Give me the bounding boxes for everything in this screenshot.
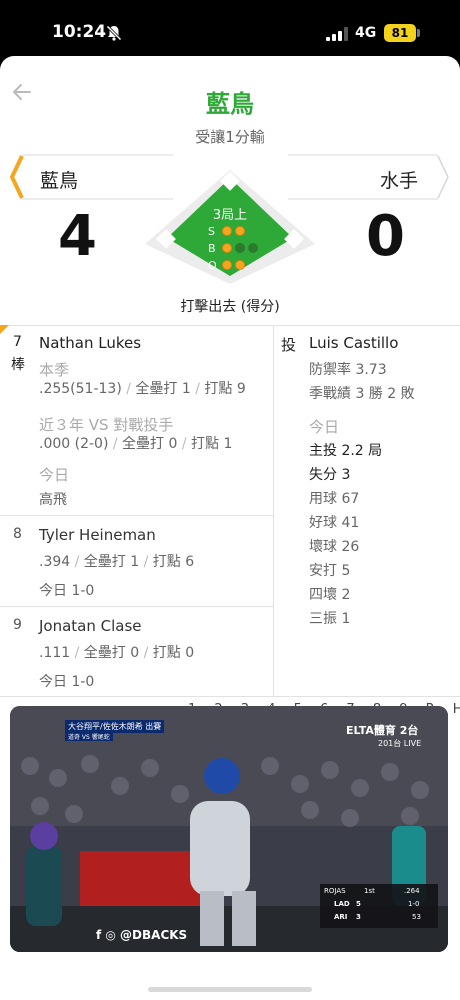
batting-order: 9 xyxy=(13,617,22,633)
season-label: 本季 xyxy=(39,361,70,379)
pitcher-runs: 失分 3 xyxy=(309,467,351,483)
current-batter-marker xyxy=(0,325,9,334)
pitcher-balls: 壞球 26 xyxy=(309,539,360,555)
today-result: 高飛 xyxy=(39,492,67,508)
batter-stats: .111 / 全壘打 0 / 打點 0 xyxy=(39,645,195,661)
pitcher-tag: 投 xyxy=(281,336,297,354)
ball-count: B xyxy=(208,241,261,255)
pitcher-walks: 四壞 2 xyxy=(309,587,351,603)
video-promo-sub: 道奇 VS 響尾蛇 xyxy=(65,732,113,741)
batter-stats: .394 / 全壘打 1 / 打點 6 xyxy=(39,554,195,570)
ball-dot xyxy=(222,243,232,253)
batter-today: 今日 1-0 xyxy=(39,583,95,599)
batting-order: 7 xyxy=(13,334,22,350)
pitcher-strikes: 好球 41 xyxy=(309,515,360,531)
season-stats: .255(51-13) / 全壘打 1 / 打點 9 xyxy=(39,381,246,397)
pitcher-strikeouts: 三振 1 xyxy=(309,611,351,627)
bell-muted-icon xyxy=(106,25,122,41)
page-title: 藍鳥 xyxy=(206,90,254,118)
vs-pitcher-label: 近３年 VS 對戰投手 xyxy=(39,416,174,434)
video-player[interactable]: 大谷翔平/佐佐木朗希 出賽 道奇 VS 響尾蛇 ELTA體育 2台 201台 L… xyxy=(10,706,448,952)
pitcher-name[interactable]: Luis Castillo xyxy=(309,334,398,352)
strike-count: S xyxy=(208,224,248,238)
home-score: 0 xyxy=(366,204,405,269)
away-team-name: 藍鳥 xyxy=(40,170,79,192)
current-batter-name[interactable]: Nathan Lukes xyxy=(39,334,141,352)
batting-order: 8 xyxy=(13,526,22,542)
away-score: 4 xyxy=(58,204,97,269)
signal-icon xyxy=(326,27,348,41)
out-count: O xyxy=(208,258,248,272)
video-social-handle: f ◎ @DBACKS xyxy=(96,928,188,942)
ball-dot xyxy=(248,243,258,253)
pitcher-record: 季戰績 3 勝 2 敗 xyxy=(309,386,415,402)
inning-label: 3局上 xyxy=(212,208,248,223)
pitcher-pitches: 用球 67 xyxy=(309,491,360,507)
channel-logo: ELTA體育 2台 xyxy=(346,724,419,737)
battery-tip xyxy=(417,29,420,37)
network-type: 4G xyxy=(355,25,377,41)
channel-sub: 201台 LIVE xyxy=(378,739,422,748)
ball-dot xyxy=(235,243,245,253)
batting-order-tag: 棒 xyxy=(11,357,25,373)
vs-pitcher-stats: .000 (2-0) / 全壘打 0 / 打點 1 xyxy=(39,436,233,452)
home-team-name: 水手 xyxy=(380,170,419,192)
batter-name[interactable]: Tyler Heineman xyxy=(39,526,156,544)
last-play-text: 打擊出去 (得分) xyxy=(180,299,280,315)
out-dot xyxy=(222,260,232,270)
battery-icon: 81 xyxy=(384,24,416,42)
pitcher-era: 防禦率 3.73 xyxy=(309,362,387,378)
pitcher-innings: 主投 2.2 局 xyxy=(309,443,383,459)
strike-dot xyxy=(235,226,245,236)
home-indicator[interactable] xyxy=(148,987,312,992)
pitcher-hits: 安打 5 xyxy=(309,563,351,579)
status-bar: 10:24 4G 81 xyxy=(0,0,460,56)
today-label: 今日 xyxy=(39,466,70,484)
strike-dot xyxy=(222,226,232,236)
out-dot xyxy=(235,260,245,270)
batter-name[interactable]: Jonatan Clase xyxy=(39,617,142,635)
broadcast-scorebug: ROJAS 1st .264 LAD 5 ARI 3 1-0 53 xyxy=(320,884,438,928)
batter-today: 今日 1-0 xyxy=(39,674,95,690)
status-time: 10:24 xyxy=(52,22,107,42)
game-detail-page: 藍鳥 受讓1分輸 藍鳥 水手 4 0 3局上 S B O 打擊出去 (得分) 7… xyxy=(0,56,460,1000)
pitcher-today-label: 今日 xyxy=(309,418,340,436)
handicap-text: 受讓1分輸 xyxy=(195,128,265,146)
